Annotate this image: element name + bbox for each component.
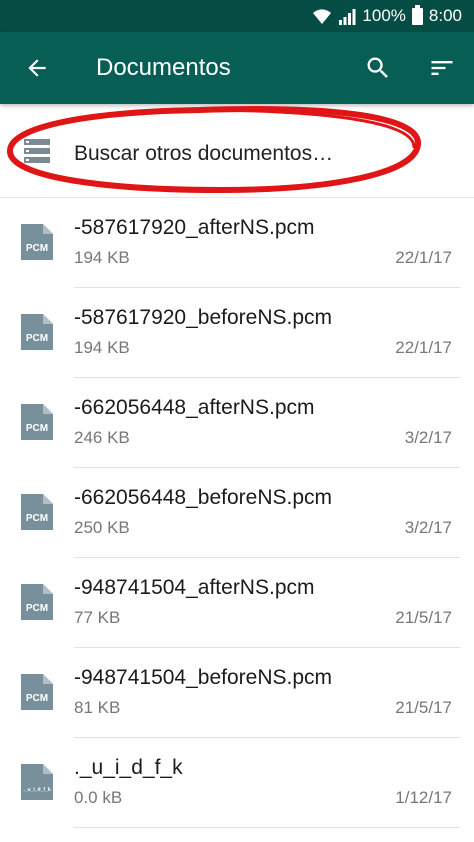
file-date: 3/2/17	[404, 518, 452, 537]
file-name: -587617920_beforeNS.pcm	[74, 306, 333, 329]
sort-button[interactable]	[410, 32, 474, 104]
pcm-file-icon: PCM	[21, 224, 53, 260]
battery-icon	[411, 4, 423, 25]
file-list: PCM -587617920_afterNS.pcm 194 KB 22/1/17 PC…	[0, 198, 474, 828]
arrow-back-icon	[28, 59, 46, 77]
file-row[interactable]: PCM -662056448_beforeNS.pcm 250 KB 3/2/17	[0, 468, 474, 558]
file-row[interactable]: PCM -662056448_afterNS.pcm 246 KB 3/2/17	[0, 378, 474, 468]
file-type-label: ._u_i_d_f_k	[23, 787, 50, 793]
file-date: 22/1/17	[395, 248, 452, 267]
file-size: 246 KB	[74, 428, 130, 447]
file-row[interactable]: PCM -587617920_beforeNS.pcm 194 KB 22/1/17	[0, 288, 474, 378]
file-size: 77 KB	[74, 608, 121, 627]
file-size: 194 KB	[74, 248, 130, 267]
file-name: -948741504_beforeNS.pcm	[74, 666, 333, 689]
file-type-label: PCM	[26, 693, 48, 704]
file-date: 21/5/17	[395, 608, 452, 627]
battery-percent: 100%	[362, 6, 406, 25]
signal-icon	[338, 8, 356, 25]
clock: 8:00	[428, 6, 462, 25]
pcm-file-icon: PCM	[21, 404, 53, 440]
file-name: -948741504_afterNS.pcm	[74, 576, 315, 599]
generic-file-icon: ._u_i_d_f_k	[21, 764, 53, 800]
file-type-label: PCM	[26, 423, 48, 434]
sort-icon	[431, 61, 453, 75]
search-other-documents-label: Buscar otros documentos…	[74, 142, 334, 165]
file-name: -662056448_beforeNS.pcm	[74, 486, 333, 509]
file-row[interactable]: PCM -587617920_afterNS.pcm 194 KB 22/1/17	[0, 198, 474, 288]
file-size: 0.0 kB	[74, 788, 123, 807]
page-title: Documentos	[96, 54, 231, 81]
pcm-file-icon: PCM	[21, 314, 53, 350]
back-button[interactable]	[0, 32, 74, 104]
search-other-documents[interactable]: Buscar otros documentos…	[0, 104, 474, 198]
pcm-file-icon: PCM	[21, 674, 53, 710]
file-date: 3/2/17	[404, 428, 452, 447]
file-name: -587617920_afterNS.pcm	[74, 216, 315, 239]
pcm-file-icon: PCM	[21, 494, 53, 530]
search-button[interactable]	[346, 32, 410, 104]
file-row[interactable]: PCM -948741504_beforeNS.pcm 81 KB 21/5/17	[0, 648, 474, 738]
file-type-label: PCM	[26, 603, 48, 614]
search-icon	[367, 57, 388, 78]
status-bar: 100% 8:00	[0, 0, 474, 32]
file-size: 194 KB	[74, 338, 130, 357]
file-name: -662056448_afterNS.pcm	[74, 396, 315, 419]
app-bar: Documentos	[0, 32, 474, 104]
divider	[74, 827, 460, 828]
wifi-icon	[312, 7, 332, 25]
file-row[interactable]: ._u_i_d_f_k ._u_i_d_f_k 0.0 kB 1/12/17	[0, 738, 474, 828]
file-name: ._u_i_d_f_k	[74, 756, 183, 779]
file-type-label: PCM	[26, 243, 48, 254]
file-date: 1/12/17	[395, 788, 452, 807]
pcm-file-icon: PCM	[21, 584, 53, 620]
file-type-label: PCM	[26, 333, 48, 344]
list-icon	[24, 139, 50, 168]
file-date: 21/5/17	[395, 698, 452, 717]
file-row[interactable]: PCM -948741504_afterNS.pcm 77 KB 21/5/17	[0, 558, 474, 648]
file-date: 22/1/17	[395, 338, 452, 357]
file-size: 250 KB	[74, 518, 130, 537]
file-size: 81 KB	[74, 698, 121, 717]
file-type-label: PCM	[26, 513, 48, 524]
